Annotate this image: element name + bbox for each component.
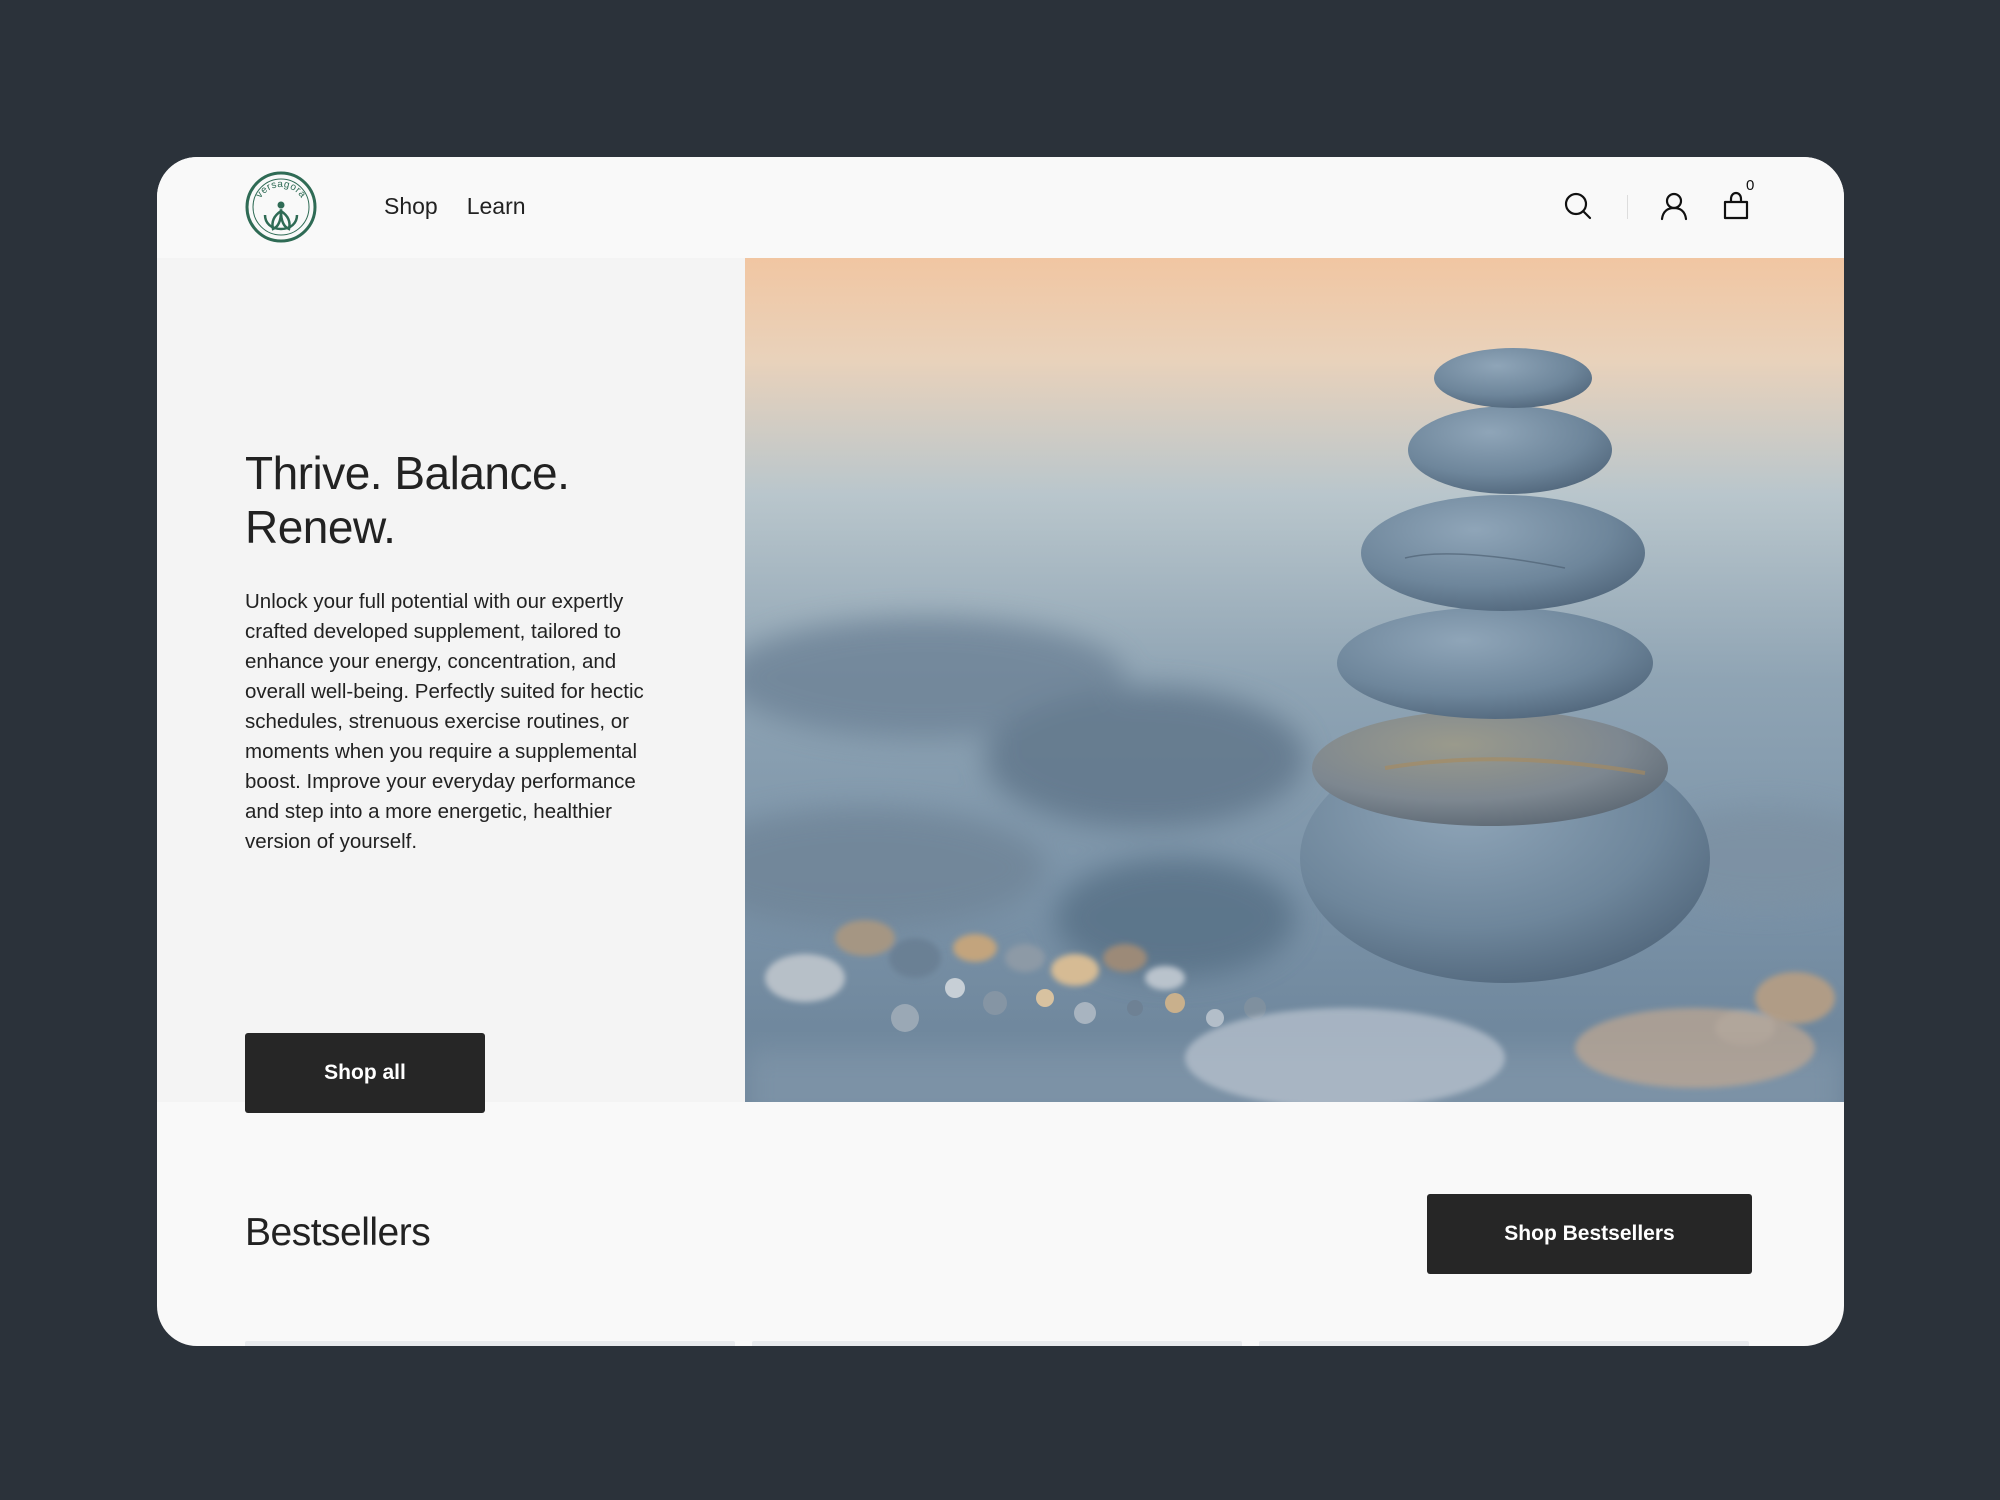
hero-title: Thrive. Balance. Renew.	[245, 447, 570, 553]
stacked-stones-image	[745, 258, 1844, 1102]
hero-description: Unlock your full potential with our expe…	[245, 590, 644, 853]
user-icon	[1660, 192, 1688, 221]
site-header: versagora Shop Learn 0	[157, 157, 1844, 258]
search-button[interactable]	[1563, 191, 1593, 221]
cart-count-badge: 0	[1746, 177, 1755, 194]
account-button[interactable]	[1659, 191, 1689, 221]
browser-window: versagora Shop Learn 0 Thrive. Balance. …	[157, 157, 1844, 1346]
cart-button[interactable]	[1721, 191, 1751, 221]
hero-image	[745, 258, 1844, 1102]
search-icon	[1564, 192, 1592, 220]
product-card[interactable]	[1259, 1341, 1749, 1346]
nav-learn[interactable]: Learn	[467, 193, 526, 220]
bag-icon	[1723, 191, 1749, 220]
hero-text-panel: Thrive. Balance. Renew. Unlock your full…	[157, 258, 745, 1113]
main-nav: Shop Learn	[384, 193, 526, 220]
brand-logo[interactable]: versagora	[245, 171, 317, 243]
nav-shop[interactable]: Shop	[384, 193, 438, 220]
header-divider	[1627, 195, 1628, 219]
bestsellers-title: Bestsellers	[245, 1211, 431, 1254]
shop-bestsellers-button[interactable]: Shop Bestsellers	[1427, 1194, 1752, 1274]
leaf-person-logo-icon: versagora	[245, 171, 317, 243]
product-card[interactable]	[245, 1341, 735, 1346]
product-card[interactable]	[752, 1341, 1242, 1346]
svg-text:versagora: versagora	[254, 179, 308, 200]
shop-all-button[interactable]: Shop all	[245, 1033, 485, 1113]
